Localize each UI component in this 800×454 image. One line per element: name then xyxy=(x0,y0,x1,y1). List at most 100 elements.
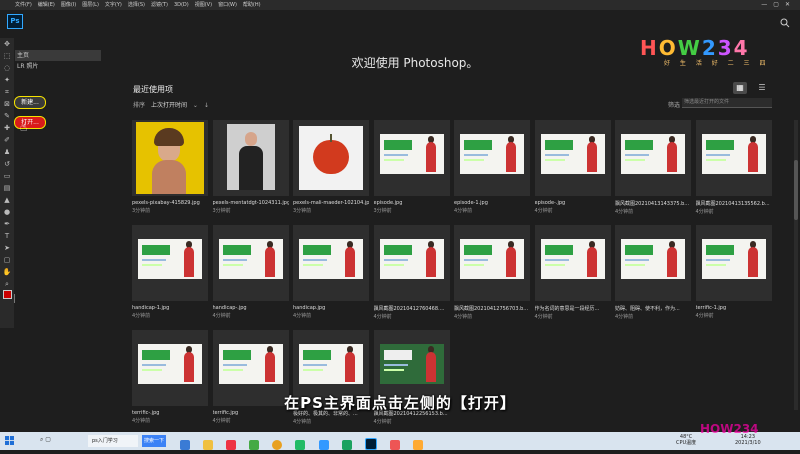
recent-file-tile[interactable]: handicap-.jpg 4分钟前 xyxy=(212,225,289,319)
menu-item[interactable]: 文件(F) xyxy=(12,0,35,10)
eraser-tool-icon[interactable]: ▭ xyxy=(2,171,12,181)
dodge-tool-icon[interactable]: ● xyxy=(2,207,12,217)
recent-file-tile[interactable]: terrific-.jpg 4分钟前 xyxy=(132,330,208,424)
menu-item[interactable]: 编辑(E) xyxy=(35,0,58,10)
recent-file-tile[interactable]: pexels-mali-maeder-102104.jpg 3分钟前 xyxy=(293,120,369,214)
folder-icon[interactable] xyxy=(203,440,214,450)
scrollbar-thumb[interactable] xyxy=(794,160,798,220)
list-view-icon[interactable]: ☰ xyxy=(755,82,769,94)
sort-value[interactable]: 上次打开时间 xyxy=(151,102,187,109)
file-thumbnail[interactable] xyxy=(373,120,450,196)
wechat-icon[interactable] xyxy=(341,440,352,450)
file-thumbnail[interactable] xyxy=(373,225,450,301)
file-thumbnail[interactable] xyxy=(132,225,208,301)
menu-item[interactable]: 视图(V) xyxy=(192,0,215,10)
recent-file-tile[interactable]: 飘风截图20210412756703.b... 4分钟前 xyxy=(454,225,530,320)
menu-item[interactable]: 图像(I) xyxy=(58,0,79,10)
app-icon[interactable] xyxy=(249,440,260,450)
gradient-tool-icon[interactable]: ▤ xyxy=(2,183,12,193)
sort-control[interactable]: 排序 上次打开时间 ⌄ ↓ xyxy=(133,100,213,109)
app-icon[interactable] xyxy=(389,440,400,450)
file-thumbnail[interactable] xyxy=(293,120,369,196)
file-thumbnail[interactable] xyxy=(132,120,208,196)
photoshop-taskbar-icon[interactable] xyxy=(364,438,377,450)
grid-view-icon[interactable]: ▦ xyxy=(733,82,747,94)
menu-item[interactable]: 图层(L) xyxy=(79,0,102,10)
app-icon[interactable] xyxy=(295,440,306,450)
recent-file-tile[interactable]: handicap-1.jpg 4分钟前 xyxy=(132,225,208,319)
history-brush-tool-icon[interactable]: ↺ xyxy=(2,159,12,169)
brush-tool-icon[interactable]: ✐ xyxy=(2,135,12,145)
eyedropper-tool-icon[interactable]: ✎ xyxy=(2,111,12,121)
file-thumbnail[interactable] xyxy=(615,225,691,301)
zoom-tool-icon[interactable]: ⌕ xyxy=(2,279,12,289)
scrollbar[interactable] xyxy=(794,120,798,410)
lasso-tool-icon[interactable]: ◌ xyxy=(2,63,12,73)
menu-item[interactable]: 选择(S) xyxy=(125,0,148,10)
taskbar-search-icon[interactable]: ⌕ ▢ xyxy=(40,436,51,444)
recent-file-tile[interactable]: episode.jpg 3分钟前 xyxy=(373,120,450,214)
watermark-letter: O xyxy=(658,36,678,60)
type-tool-icon[interactable]: T xyxy=(2,231,12,241)
file-thumbnail[interactable] xyxy=(212,225,289,301)
app-icon[interactable] xyxy=(226,440,237,450)
menu-item[interactable]: 窗口(W) xyxy=(215,0,240,10)
sidebar-item-lr-photos[interactable]: LR 照片 xyxy=(15,61,101,72)
file-thumbnail[interactable] xyxy=(615,120,691,196)
recent-file-tile[interactable]: pexels-mentatdgt-1024311.jpg 3分钟前 xyxy=(212,120,289,214)
path-selection-tool-icon[interactable]: ➤ xyxy=(2,243,12,253)
recent-file-tile[interactable]: pexels-pixabay-415829.jpg 3分钟前 xyxy=(132,120,208,214)
file-thumbnail[interactable] xyxy=(132,330,208,406)
app-icon[interactable] xyxy=(412,440,423,450)
menu-item[interactable]: 3D(D) xyxy=(171,0,192,10)
file-thumbnail[interactable] xyxy=(454,120,530,196)
stamp-tool-icon[interactable]: ♟ xyxy=(2,147,12,157)
file-thumbnail[interactable] xyxy=(293,225,369,301)
new-button[interactable]: 新建... xyxy=(14,96,46,109)
watermark-small-logo: HOW234 xyxy=(700,422,759,436)
recent-file-tile[interactable]: handicap.jpg 4分钟前 xyxy=(293,225,369,319)
healing-brush-tool-icon[interactable]: ✚ xyxy=(2,123,12,133)
blur-tool-icon[interactable]: ▲ xyxy=(2,195,12,205)
crop-tool-icon[interactable]: ⌗ xyxy=(2,87,12,97)
app-icon[interactable] xyxy=(318,440,329,450)
menu-item[interactable]: 帮助(H) xyxy=(240,0,264,10)
chrome-icon[interactable] xyxy=(272,440,283,450)
file-thumbnail[interactable] xyxy=(454,225,530,301)
file-thumbnail[interactable] xyxy=(534,225,611,301)
windows-start-icon[interactable] xyxy=(5,436,14,445)
recent-file-tile[interactable]: episode-.jpg 4分钟前 xyxy=(534,120,611,214)
window-controls[interactable]: —▢✕ xyxy=(761,0,796,10)
taskbar-search-button[interactable]: 搜索一下 xyxy=(142,435,166,447)
file-opened-time: 4分钟前 xyxy=(695,209,714,215)
recent-file-tile[interactable]: 飘风截图20210412760468.... 4分钟前 xyxy=(373,225,450,320)
recent-file-tile[interactable]: 妨碍、阻碍、使不利，作为... 4分钟前 xyxy=(615,225,691,320)
foreground-color-swatch[interactable] xyxy=(3,290,12,299)
recent-file-tile[interactable]: terrific-1.jpg 4分钟前 xyxy=(695,225,772,319)
marquee-tool-icon[interactable]: ⬚ xyxy=(2,51,12,61)
move-tool-icon[interactable]: ✥ xyxy=(2,39,12,49)
app-icon[interactable] xyxy=(180,440,190,450)
file-thumbnail[interactable] xyxy=(695,120,772,196)
open-button[interactable]: 打开... xyxy=(14,116,46,129)
recent-file-tile[interactable]: 作为名词的意思是一段经历... 4分钟前 xyxy=(534,225,611,320)
file-thumbnail[interactable] xyxy=(695,225,772,301)
recent-file-tile[interactable]: 飘风截图20210413135562.b... 4分钟前 xyxy=(695,120,772,215)
hand-tool-icon[interactable]: ✋ xyxy=(2,267,12,277)
recent-file-tile[interactable]: episode-1.jpg 4分钟前 xyxy=(454,120,530,214)
taskbar-search-box[interactable]: ps入门学习 xyxy=(88,435,138,447)
search-icon[interactable] xyxy=(780,18,790,28)
sidebar-item-home[interactable]: 主页 xyxy=(15,50,101,61)
magic-wand-tool-icon[interactable]: ✦ xyxy=(2,75,12,85)
shape-tool-icon[interactable]: ▢ xyxy=(2,255,12,265)
menu-item[interactable]: 滤镜(T) xyxy=(148,0,171,10)
filter-input[interactable]: 筛选最近打开的文件 xyxy=(682,98,772,108)
file-thumbnail[interactable] xyxy=(212,120,289,196)
file-thumbnail[interactable] xyxy=(534,120,611,196)
sort-direction-icon[interactable]: ↓ xyxy=(204,102,209,109)
pen-tool-icon[interactable]: ✒ xyxy=(2,219,12,229)
frame-tool-icon[interactable]: ⊠ xyxy=(2,99,12,109)
chevron-down-icon[interactable]: ⌄ xyxy=(193,102,198,109)
menu-item[interactable]: 文字(Y) xyxy=(102,0,125,10)
recent-file-tile[interactable]: 飘风截图20210413143375.b... 4分钟前 xyxy=(615,120,691,215)
